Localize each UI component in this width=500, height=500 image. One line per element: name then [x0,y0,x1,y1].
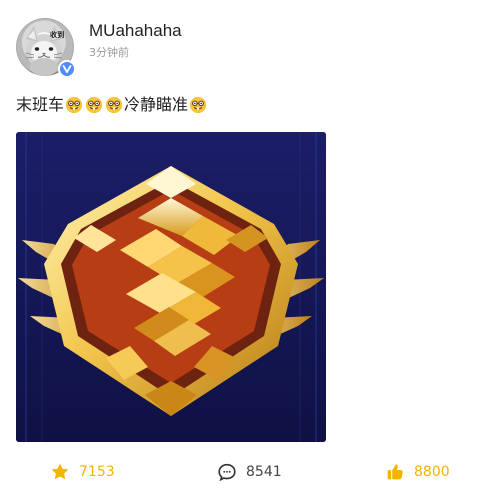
post-content: 末班车 冷静瞄准 [16,94,476,116]
post-text-part-2: 冷静瞄准 [124,95,189,114]
avatar-caption: 收到 [50,31,65,39]
author-meta: MUahahaha 3分钟前 [89,20,182,60]
gold-rank-emblem-image [16,132,326,442]
comment-count: 8541 [246,464,282,480]
comment-icon [218,463,236,482]
post-text-part-1: 末班车 [16,95,65,114]
social-post: 收到 MUahahaha 3分钟前 末班车 冷静瞄准 7153 8541 880… [0,0,500,500]
nerd-face-emoji-icon [189,96,207,114]
like-action[interactable]: 8800 [384,458,450,486]
star-icon [51,463,69,480]
author-name[interactable]: MUahahaha [89,20,182,42]
author-avatar[interactable]: 收到 [16,18,76,78]
favorite-action[interactable]: 7153 [49,458,115,486]
comment-action[interactable]: 8541 [216,458,282,486]
post-image[interactable] [16,132,326,442]
verified-badge-icon [58,60,76,78]
thumbs-up-icon [387,464,403,480]
favorite-count: 7153 [79,464,115,480]
post-timestamp: 3分钟前 [89,46,129,59]
nerd-face-emoji-icon [85,96,103,114]
post-header: 收到 MUahahaha 3分钟前 [16,18,486,84]
post-actions: 7153 8541 8800 [0,458,500,486]
nerd-face-emoji-icon [105,96,123,114]
like-count: 8800 [414,464,450,480]
nerd-face-emoji-icon [65,96,83,114]
